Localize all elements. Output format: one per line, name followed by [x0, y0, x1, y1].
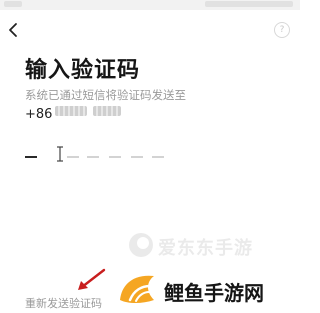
text-cursor-icon: [57, 146, 63, 162]
code-slot: [67, 156, 79, 158]
code-slot: [131, 156, 143, 158]
phone-prefix: +86: [25, 107, 53, 122]
watermark-text: 爱东东手游: [158, 238, 253, 259]
subtitle: 系统已通过短信将验证码发送至: [25, 88, 186, 102]
fish-logo-icon: [120, 275, 154, 303]
status-time: [4, 1, 22, 7]
code-slot: [152, 156, 164, 158]
status-bar: [0, 0, 300, 10]
chevron-left-icon: [9, 23, 17, 37]
watermark: 爱东东手游: [128, 228, 298, 262]
status-icons: [205, 1, 293, 7]
phone-masked-part: [55, 106, 87, 116]
back-button[interactable]: [5, 19, 21, 41]
code-slot: [25, 156, 37, 158]
annotation-arrow-icon: [78, 268, 106, 290]
help-button[interactable]: ?: [274, 22, 290, 38]
resend-code-link[interactable]: 重新发送验证码: [25, 295, 102, 311]
code-slot: [109, 156, 121, 158]
phone-masked-part: [93, 106, 121, 116]
phone-number: +86: [25, 103, 121, 122]
site-name: 鲤鱼手游网: [164, 281, 264, 305]
code-slot: [87, 156, 99, 158]
page-title: 输入验证码: [25, 58, 141, 83]
watermark-logo-icon: [129, 233, 153, 257]
